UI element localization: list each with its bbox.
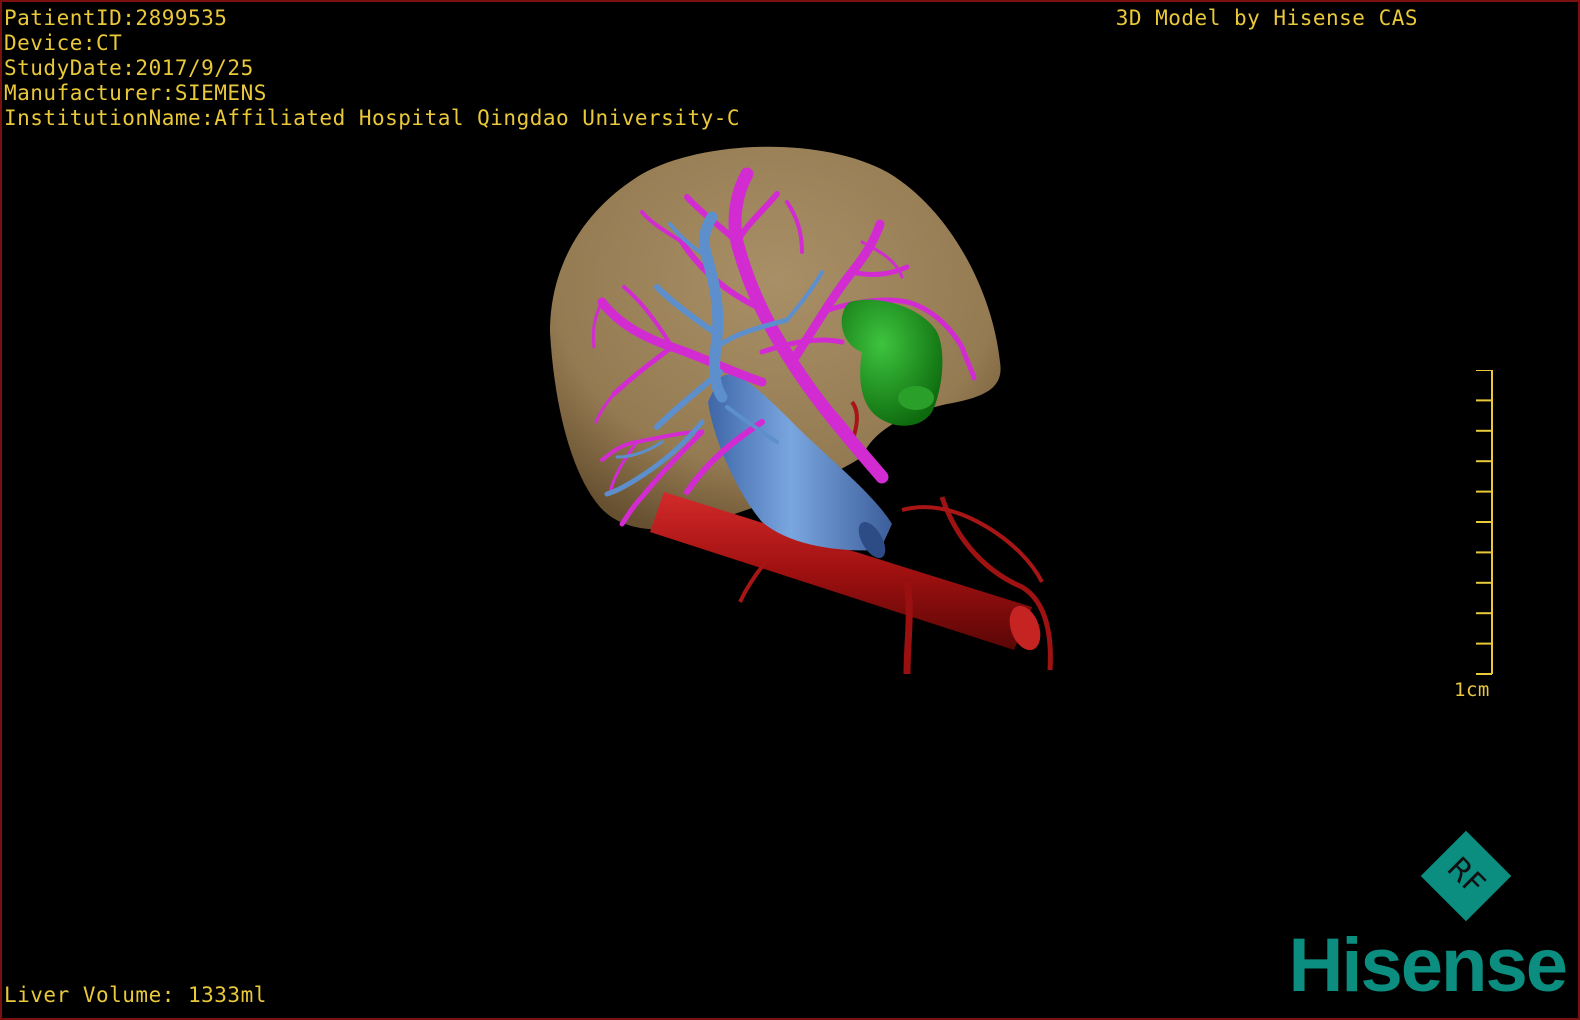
study-date-label: StudyDate:2017/9/25 (4, 56, 254, 80)
institution-label: InstitutionName:Affiliated Hospital Qing… (4, 106, 741, 130)
3d-viewport[interactable]: PatientID:2899535 Device:CT StudyDate:20… (0, 0, 1580, 1020)
scale-unit-label: 1cm (1454, 679, 1490, 701)
patient-id-label: PatientID:2899535 (4, 6, 228, 30)
hisense-logo: RF Hisense (1226, 824, 1569, 1008)
scale-bar (1476, 370, 1493, 675)
liver-volume-label: Liver Volume: 1333ml (4, 983, 267, 1007)
device-label: Device:CT (4, 31, 123, 55)
manufacturer-label: Manufacturer:SIEMENS (4, 81, 267, 105)
patient-info-overlay: PatientID:2899535 Device:CT StudyDate:20… (4, 6, 740, 131)
brand-name: Hisense (1288, 923, 1569, 1008)
model-credit-label: 3D Model by Hisense CAS (1115, 6, 1418, 30)
rf-diamond-icon: RF (1420, 830, 1512, 922)
